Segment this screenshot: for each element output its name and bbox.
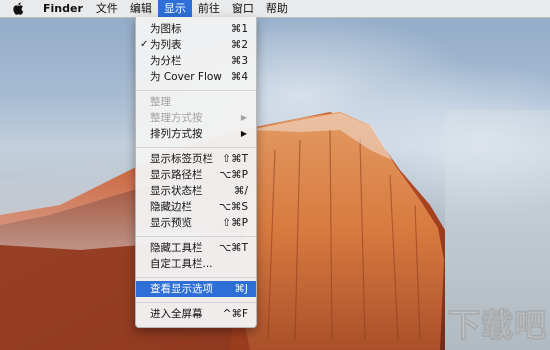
menu-item-enter-full-screen[interactable]: 进入全屏幕 ^⌘F [136,306,256,322]
menu-item-label: 显示标签页栏 [150,153,213,165]
menu-item-hide-toolbar[interactable]: 隐藏工具栏 ⌥⌘T [136,240,256,256]
menu-finder[interactable]: Finder [37,0,90,17]
menu-item-label: 进入全屏幕 [150,308,203,320]
shortcut-label: ⌘/ [233,185,248,197]
apple-logo-icon[interactable] [11,0,25,17]
menu-item-as-icons[interactable]: 为图标 ⌘1 [136,21,256,37]
menu-item-label: 自定工具栏... [150,258,213,270]
menu-item-label: 整理方式按 [150,112,203,124]
menu-item-clean-up-by: 整理方式按 ▶ [136,110,256,126]
submenu-arrow-icon: ▶ [240,113,247,122]
menu-separator [136,90,256,91]
view-menu-dropdown: 为图标 ⌘1 ✓ 为列表 ⌘2 为分栏 ⌘3 为 Cover Flow ⌘4 整… [135,17,257,328]
watermark-logo: 下载吧 [447,306,548,345]
menu-item-customize-toolbar[interactable]: 自定工具栏... [136,256,256,272]
menu-item-label: 隐藏工具栏 [150,242,203,254]
menu-separator [136,277,256,278]
shortcut-label: ^⌘F [222,308,248,320]
menu-item-label: 显示状态栏 [150,185,203,197]
menu-item-label: 查看显示选项 [150,283,213,295]
shortcut-label: ⌥⌘P [219,169,248,181]
shortcut-label: ⌘1 [230,23,248,35]
menu-item-as-list[interactable]: ✓ 为列表 ⌘2 [136,37,256,53]
shortcut-label: ⌘3 [230,55,248,67]
menu-bar: Finder 文件 编辑 显示 前往 窗口 帮助 [0,0,550,18]
menu-item-label: 为列表 [150,39,182,51]
shortcut-label: ⇧⌘T [222,153,248,165]
menu-item-show-preview[interactable]: 显示预览 ⇧⌘P [136,215,256,231]
menu-item-show-path-bar[interactable]: 显示路径栏 ⌥⌘P [136,167,256,183]
menu-file[interactable]: 文件 [90,0,124,17]
shortcut-label: ⌥⌘T [218,242,248,254]
menu-view[interactable]: 显示 [157,0,192,17]
menu-item-as-cover-flow[interactable]: 为 Cover Flow ⌘4 [136,69,256,85]
shortcut-label: ⇧⌘P [222,217,248,229]
menu-item-show-tab-bar[interactable]: 显示标签页栏 ⇧⌘T [136,151,256,167]
menu-item-label: 为分栏 [150,55,182,67]
menu-separator [136,302,256,303]
el-capitan-wallpaper-mountain [0,0,550,350]
menu-item-label: 显示路径栏 [150,169,203,181]
shortcut-label: ⌘2 [230,39,248,51]
menu-item-label: 为图标 [150,23,182,35]
menu-separator [136,147,256,148]
shortcut-label: ⌘4 [230,71,248,83]
shortcut-label: ⌥⌘S [218,201,248,213]
menu-item-as-columns[interactable]: 为分栏 ⌘3 [136,53,256,69]
submenu-arrow-icon: ▶ [240,129,247,138]
menu-item-show-view-options[interactable]: 查看显示选项 ⌘J [136,281,256,297]
menu-edit[interactable]: 编辑 [124,0,158,17]
menu-window[interactable]: 窗口 [226,0,260,17]
shortcut-label: ⌘J [234,283,248,295]
menu-item-clean-up: 整理 [136,94,256,110]
menu-item-label: 排列方式按 [150,128,203,140]
menu-item-label: 为 Cover Flow [150,71,222,83]
menu-separator [136,236,256,237]
menu-item-show-status-bar[interactable]: 显示状态栏 ⌘/ [136,183,256,199]
checkmark-icon: ✓ [140,39,149,50]
menu-help[interactable]: 帮助 [260,0,294,17]
menu-item-hide-sidebar[interactable]: 隐藏边栏 ⌥⌘S [136,199,256,215]
menu-item-arrange-by[interactable]: 排列方式按 ▶ [136,126,256,142]
menu-go[interactable]: 前往 [192,0,226,17]
menu-item-label: 显示预览 [150,217,192,229]
menu-item-label: 整理 [150,96,171,108]
menu-item-label: 隐藏边栏 [150,201,192,213]
